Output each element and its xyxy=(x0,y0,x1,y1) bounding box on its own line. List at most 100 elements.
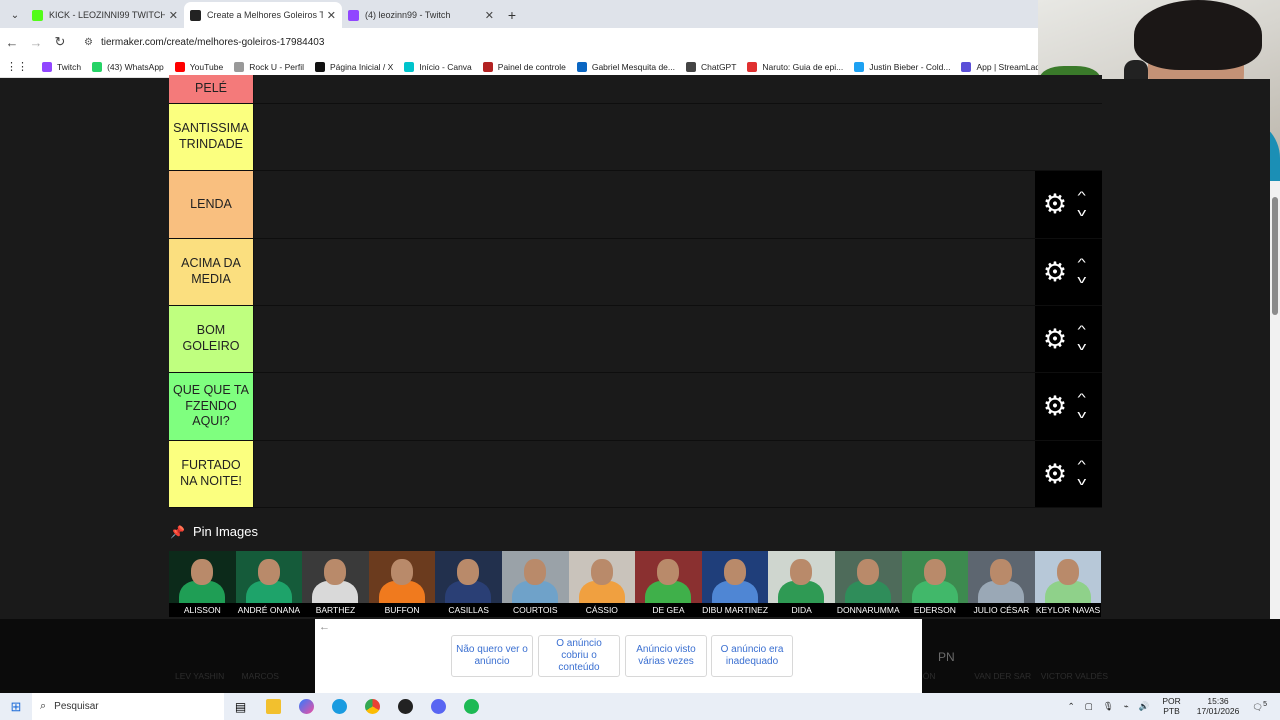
bookmark-item[interactable]: ChatGPT xyxy=(685,61,736,72)
notification-icon[interactable]: 🗨5 xyxy=(1252,701,1267,713)
goalkeeper-card[interactable]: DE GEA xyxy=(635,551,702,617)
chevron-up-icon[interactable]: ^ xyxy=(1078,190,1086,202)
bookmark-item[interactable]: Naruto: Guia de epi... xyxy=(747,61,843,72)
bookmark-item[interactable]: Justin Bieber - Cold... xyxy=(854,61,950,72)
goalkeeper-card[interactable]: DONNARUMMA xyxy=(834,551,902,617)
goalkeeper-card[interactable]: EDERSON xyxy=(901,551,969,617)
goalkeeper-card[interactable]: BUFFON xyxy=(368,551,436,617)
tier-label[interactable]: QUE QUE TA FZENDO AQUI? xyxy=(169,373,253,440)
tier-drop-zone[interactable] xyxy=(253,306,1035,372)
apps-grid-icon[interactable]: ⋮⋮ xyxy=(6,60,28,73)
goalkeeper-card[interactable]: BARTHEZ xyxy=(302,551,369,617)
bookmark-item[interactable]: (43) WhatsApp xyxy=(92,61,164,72)
chrome-icon[interactable] xyxy=(356,693,389,720)
tier-drop-zone[interactable] xyxy=(253,104,1035,170)
bookmark-item[interactable]: Twitch xyxy=(42,61,81,72)
chevron-down-icon[interactable]: v xyxy=(1077,477,1086,488)
tab-close-icon[interactable]: ✕ xyxy=(485,9,494,22)
forward-button[interactable]: → xyxy=(24,35,48,50)
goalkeeper-card[interactable]: CASILLAS xyxy=(435,551,502,617)
gear-icon[interactable]: ⚙ xyxy=(1039,393,1071,420)
tier-controls xyxy=(1035,104,1102,170)
chevron-down-icon[interactable]: v xyxy=(1077,207,1086,219)
gear-icon[interactable]: ⚙ xyxy=(1039,258,1071,286)
goalkeeper-card[interactable]: CÁSSIO xyxy=(568,551,636,617)
bookmark-item[interactable]: YouTube xyxy=(174,61,223,72)
tab-close-icon[interactable]: ✕ xyxy=(327,9,336,22)
spotify-icon[interactable] xyxy=(455,693,488,720)
bookmark-item[interactable]: Página Inicial / X xyxy=(315,61,393,72)
goalkeeper-card[interactable]: JULIO CÉSAR xyxy=(968,551,1035,617)
tier-drop-zone[interactable] xyxy=(253,239,1035,305)
ad-back-arrow-icon[interactable]: ← xyxy=(319,621,330,633)
bookmark-item[interactable]: Início - Canva xyxy=(404,61,472,72)
bookmark-item[interactable]: Rock U - Perfil xyxy=(234,61,304,72)
tier-drop-zone[interactable] xyxy=(253,75,1035,103)
chevron-down-icon[interactable]: v xyxy=(1077,342,1086,353)
tier-label[interactable]: ACIMA DA MEDIA xyxy=(169,239,253,305)
volume-icon[interactable]: 🔊 xyxy=(1139,701,1150,712)
start-windows-icon[interactable]: ⊞ xyxy=(0,699,32,715)
ad-feedback-option[interactable]: O anúncio cobriu o conteúdo xyxy=(538,635,620,677)
tier-drop-zone[interactable] xyxy=(253,171,1035,238)
reload-button[interactable]: ↻ xyxy=(48,34,72,50)
bookmark-item[interactable]: Painel de controle xyxy=(482,61,566,72)
task-view-icon[interactable]: ▤ xyxy=(224,693,257,720)
tier-label[interactable]: PELÉ xyxy=(169,75,253,103)
tab-search-icon[interactable]: ⌄ xyxy=(4,4,26,26)
tier-drop-zone[interactable] xyxy=(253,373,1035,440)
goalkeeper-card[interactable]: COURTOIS xyxy=(501,551,569,617)
chevron-up-icon[interactable]: ^ xyxy=(1078,392,1086,404)
pin-images-toggle[interactable]: 📌 Pin Images xyxy=(170,524,258,539)
gear-icon[interactable]: ⚙ xyxy=(1039,325,1071,353)
url-field[interactable]: ⚙ tiermaker.com/create/melhores-goleiros… xyxy=(78,31,978,53)
discord-icon[interactable] xyxy=(422,693,455,720)
page-scrollbar[interactable] xyxy=(1270,181,1280,619)
ad-feedback-option[interactable]: O anúncio era inadequado xyxy=(711,635,793,677)
tier-drop-zone[interactable] xyxy=(253,441,1035,507)
new-tab-button[interactable]: + xyxy=(500,3,524,27)
browser-tab[interactable]: (4) leozinn99 - Twitch ✕ xyxy=(342,2,500,28)
tab-close-icon[interactable]: ✕ xyxy=(169,9,178,22)
ad-feedback-option[interactable]: Anúncio visto várias vezes xyxy=(625,635,707,677)
goalkeeper-card[interactable]: DIBU MARTINEZ xyxy=(701,551,769,617)
bookmark-item[interactable]: Gabriel Mesquita de... xyxy=(576,61,675,72)
obs-icon[interactable] xyxy=(389,693,422,720)
goalkeeper-name: BUFFON xyxy=(368,603,436,617)
mic-icon[interactable]: 🎙 xyxy=(1103,701,1114,712)
bookmark-favicon-icon xyxy=(404,61,415,72)
tier-label[interactable]: SANTISSIMA TRINDADE xyxy=(169,104,253,170)
network-icon[interactable]: ⌁ xyxy=(1124,701,1129,712)
goalkeeper-card[interactable]: ALISSON xyxy=(169,551,236,617)
back-button[interactable]: ← xyxy=(0,35,24,50)
browser-tab[interactable]: KICK - LEOZINNI99 TWITCH - LIVE ✕ xyxy=(26,2,184,28)
tray-app-icon[interactable]: ▢ xyxy=(1085,701,1093,712)
bookmark-item[interactable]: App | StreamLadder xyxy=(961,61,1040,72)
chevron-down-icon[interactable]: v xyxy=(1077,275,1086,286)
chevron-down-icon[interactable]: v xyxy=(1077,409,1086,421)
copilot-icon[interactable] xyxy=(290,693,323,720)
ad-feedback-option[interactable]: Não quero ver o anúncio xyxy=(451,635,533,677)
file-explorer-icon[interactable] xyxy=(257,693,290,720)
gear-icon[interactable]: ⚙ xyxy=(1039,191,1071,218)
tier-label[interactable]: FURTADO NA NOITE! xyxy=(169,441,253,507)
goalkeeper-card[interactable]: KEYLOR NAVAS xyxy=(1034,551,1102,617)
edge-icon[interactable] xyxy=(323,693,356,720)
scrollbar-thumb[interactable] xyxy=(1272,197,1278,315)
chevron-up-icon[interactable]: ^ xyxy=(1078,325,1086,336)
bookmark-label: Painel de controle xyxy=(497,61,566,72)
chevron-up-icon[interactable]: ^ xyxy=(1078,258,1086,269)
goalkeeper-name: BARTHEZ xyxy=(302,603,369,617)
tier-label[interactable]: LENDA xyxy=(169,171,253,238)
site-info-icon[interactable]: ⚙ xyxy=(84,37,93,48)
clock[interactable]: 15:36 17/01/2026 xyxy=(1197,696,1240,716)
chevron-up-icon[interactable]: ^ xyxy=(1078,460,1086,471)
tray-overflow-icon[interactable]: ⌃ xyxy=(1068,701,1075,712)
goalkeeper-card[interactable]: DIDA xyxy=(768,551,835,617)
goalkeeper-card[interactable]: ANDRÉ ONANA xyxy=(235,551,303,617)
language-indicator[interactable]: POR PTB xyxy=(1162,696,1180,716)
tier-label[interactable]: BOM GOLEIRO xyxy=(169,306,253,372)
gear-icon[interactable]: ⚙ xyxy=(1039,460,1071,488)
browser-tab[interactable]: Create a Melhores Goleiros Tier ✕ xyxy=(184,2,342,28)
taskbar-search[interactable]: ⌕ Pesquisar xyxy=(32,693,224,720)
